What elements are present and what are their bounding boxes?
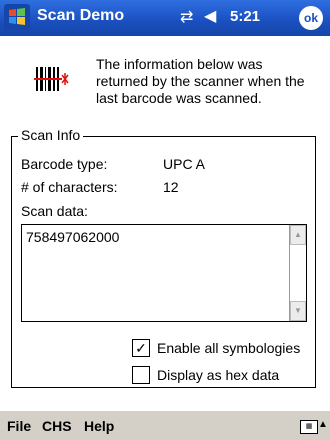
scan-data-label: Scan data: (21, 203, 88, 219)
start-menu-button[interactable] (4, 4, 30, 30)
app-title: Scan Demo (37, 7, 125, 24)
connectivity-icon[interactable]: ⇄ (180, 7, 193, 27)
scan-info-label: Scan Info (18, 127, 84, 143)
title-bar: Scan Demo ⇄ ◀ 5:21 ok (0, 0, 330, 36)
menu-file[interactable]: File (7, 418, 31, 434)
barcode-scanner-icon (34, 67, 69, 91)
scan-data-value: 758497062000 (26, 229, 120, 245)
windows-flag-icon (4, 4, 30, 30)
display-as-hex-label[interactable]: Display as hex data (157, 367, 279, 383)
scan-data-scrollbar[interactable]: ▲ ▼ (289, 225, 306, 321)
menu-bar: File CHS Help ▦ ▲ (0, 410, 330, 440)
enable-all-symbologies-checkbox[interactable]: ✓ (132, 339, 150, 357)
input-panel-arrow-icon[interactable]: ▲ (318, 419, 328, 430)
ok-button[interactable]: ok (299, 6, 323, 30)
scroll-track[interactable] (290, 245, 306, 301)
scan-data-textbox[interactable]: 758497062000 ▲ ▼ (21, 224, 307, 322)
clock-time[interactable]: 5:21 (230, 8, 260, 25)
scroll-up-arrow-icon[interactable]: ▲ (290, 225, 306, 245)
characters-value: 12 (163, 179, 179, 195)
menu-help[interactable]: Help (84, 418, 114, 434)
speaker-icon[interactable]: ◀ (204, 6, 216, 26)
characters-label: # of characters: (21, 179, 118, 195)
scroll-down-arrow-icon[interactable]: ▼ (290, 301, 306, 321)
keyboard-icon[interactable]: ▦ (300, 420, 318, 434)
enable-all-symbologies-label[interactable]: Enable all symbologies (157, 340, 300, 356)
menu-chs[interactable]: CHS (42, 418, 72, 434)
barcode-type-value: UPC A (163, 156, 206, 172)
display-as-hex-checkbox[interactable] (132, 366, 150, 384)
barcode-type-label: Barcode type: (21, 156, 108, 172)
info-text: The information below was returned by th… (96, 56, 305, 106)
